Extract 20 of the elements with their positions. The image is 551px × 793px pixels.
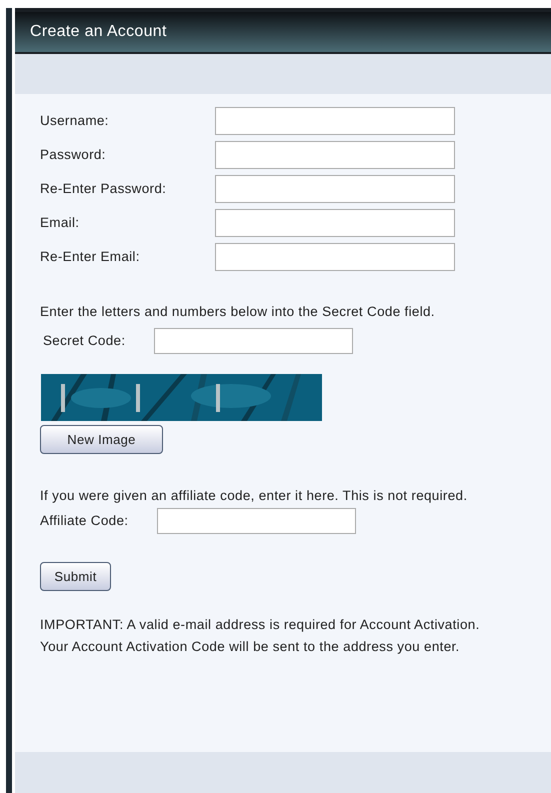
field-label: Password: [40, 146, 107, 164]
field-label: Affiliate Code: [40, 512, 130, 530]
input-field[interactable] [215, 209, 455, 237]
input-field[interactable] [215, 175, 455, 203]
affiliate-note: If you were given an affiliate code, enter it here. This is not required. [40, 487, 468, 506]
field-label: Re-Enter Password: [40, 180, 168, 198]
submit-button[interactable]: Submit [40, 562, 111, 592]
notice-text: IMPORTANT: A valid e-mail address is required for Account Activation. Your Account Activation Code will be sent to the address you enter. [40, 616, 480, 656]
field-label: Username: [40, 112, 110, 130]
new-image-button[interactable]: New Image [40, 425, 163, 454]
page-title: Create an Account [30, 22, 167, 42]
input-field[interactable] [215, 141, 455, 169]
affiliate-code-field[interactable] [157, 508, 356, 534]
instruction-text: Enter the letters and numbers below into the Secret Code field. [40, 303, 436, 321]
input-field[interactable] [215, 107, 455, 135]
field-label: Re-Enter Email: [40, 248, 141, 266]
input-field[interactable] [215, 243, 455, 271]
field-label: Secret Code: [43, 332, 126, 350]
secret-code-field[interactable] [154, 328, 353, 354]
field-label: Email: [40, 214, 80, 232]
